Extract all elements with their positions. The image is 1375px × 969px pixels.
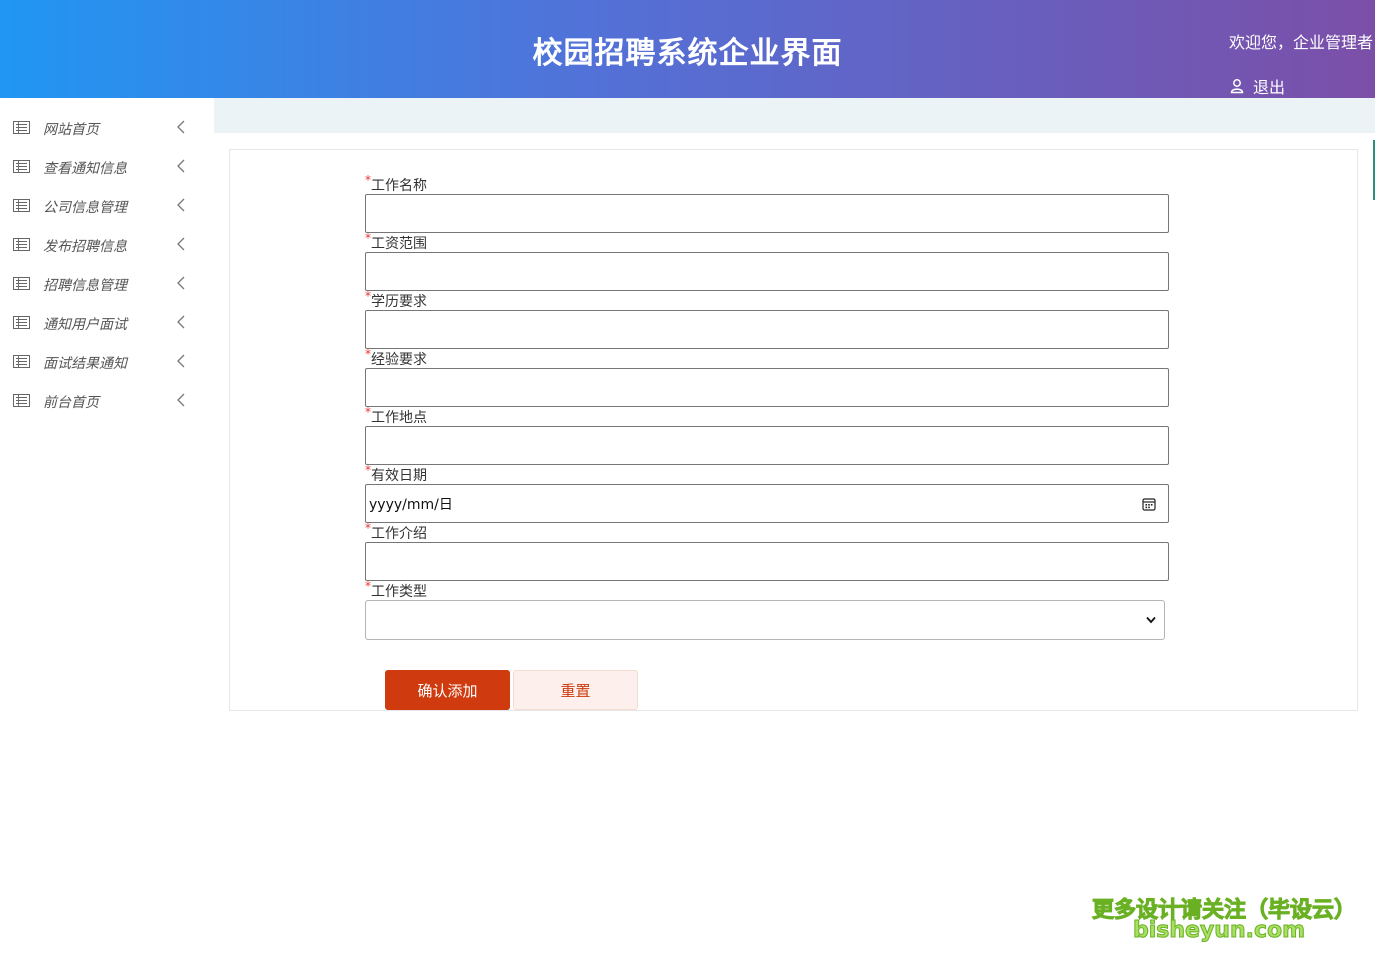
chevron-left-icon — [177, 276, 185, 290]
chevron-left-icon — [177, 159, 185, 173]
chevron-left-icon — [177, 120, 185, 134]
chevron-left-icon — [177, 198, 185, 212]
logout-label: 退出 — [1253, 78, 1286, 97]
list-icon — [13, 160, 30, 173]
sidebar-item-company-info[interactable]: 公司信息管理 — [0, 186, 214, 225]
field-label-experience: *经验要求 — [365, 347, 427, 369]
date-placeholder: yyyy/mm/日 — [369, 496, 453, 513]
list-icon — [13, 238, 30, 251]
job-name-input[interactable] — [365, 194, 1169, 233]
salary-input[interactable] — [365, 252, 1169, 291]
welcome-text: 欢迎您，企业管理者 — [1229, 33, 1374, 52]
field-label-text: 经验要求 — [371, 352, 427, 368]
field-label-salary: *工资范围 — [365, 231, 427, 253]
breadcrumb-strip — [214, 98, 1375, 133]
field-label-job-name: *工作名称 — [365, 173, 427, 195]
sidebar-item-interview-result[interactable]: 面试结果通知 — [0, 342, 214, 381]
list-icon — [13, 121, 30, 134]
field-label-text: 工作地点 — [371, 410, 427, 426]
sidebar-item-label: 发布招聘信息 — [43, 239, 127, 255]
required-mark: * — [365, 463, 371, 477]
job-type-select[interactable] — [365, 600, 1165, 640]
sidebar-item-frontend-home[interactable]: 前台首页 — [0, 381, 214, 420]
list-icon — [13, 199, 30, 212]
sidebar: 网站首页 查看通知信息 公司信息管理 发布招聘信息 招聘信息管理 通知用户面试 … — [0, 98, 214, 969]
header-bar: 校园招聘系统企业界面 欢迎您，企业管理者 退出 — [0, 0, 1375, 98]
required-mark: * — [365, 347, 371, 361]
required-mark: * — [365, 405, 371, 419]
chevron-left-icon — [177, 237, 185, 251]
sidebar-item-post-job[interactable]: 发布招聘信息 — [0, 225, 214, 264]
confirm-add-button[interactable]: 确认添加 — [385, 670, 510, 710]
location-input[interactable] — [365, 426, 1169, 465]
logout-link[interactable]: 退出 — [1229, 74, 1285, 98]
field-label-education: *学历要求 — [365, 289, 427, 311]
user-icon — [1230, 79, 1244, 94]
required-mark: * — [365, 173, 371, 187]
required-mark: * — [365, 289, 371, 303]
field-label-description: *工作介绍 — [365, 521, 427, 543]
list-icon — [13, 277, 30, 290]
required-mark: * — [365, 521, 371, 535]
reset-button[interactable]: 重置 — [513, 670, 638, 710]
list-icon — [13, 355, 30, 368]
sidebar-item-job-management[interactable]: 招聘信息管理 — [0, 264, 214, 303]
field-label-text: 工资范围 — [371, 236, 427, 252]
sidebar-item-label: 通知用户面试 — [43, 317, 127, 333]
required-mark: * — [365, 579, 371, 593]
field-label-job-type: *工作类型 — [365, 579, 427, 601]
field-label-valid-date: *有效日期 — [365, 463, 427, 485]
field-label-text: 有效日期 — [371, 468, 427, 484]
chevron-left-icon — [177, 393, 185, 407]
required-mark: * — [365, 231, 371, 245]
sidebar-item-label: 网站首页 — [43, 122, 99, 138]
education-input[interactable] — [365, 310, 1169, 349]
field-label-text: 工作类型 — [371, 584, 427, 600]
page-title: 校园招聘系统企业界面 — [532, 36, 843, 71]
sidebar-item-label: 面试结果通知 — [43, 356, 127, 372]
chevron-left-icon — [177, 354, 185, 368]
chevron-left-icon — [177, 315, 185, 329]
field-label-text: 工作名称 — [371, 178, 427, 194]
sidebar-item-label: 公司信息管理 — [43, 200, 127, 216]
sidebar-item-notices[interactable]: 查看通知信息 — [0, 147, 214, 186]
sidebar-item-label: 查看通知信息 — [43, 161, 127, 177]
experience-input[interactable] — [365, 368, 1169, 407]
chevron-down-icon — [1146, 616, 1156, 624]
field-label-text: 工作介绍 — [371, 526, 427, 542]
field-label-text: 学历要求 — [371, 294, 427, 310]
sidebar-item-interview-notice[interactable]: 通知用户面试 — [0, 303, 214, 342]
sidebar-item-label: 前台首页 — [43, 395, 99, 411]
watermark-url: bisheyun.com — [1132, 918, 1306, 944]
field-label-location: *工作地点 — [365, 405, 427, 427]
list-icon — [13, 394, 30, 407]
valid-date-input[interactable]: yyyy/mm/日 — [365, 484, 1169, 523]
sidebar-item-home[interactable]: 网站首页 — [0, 108, 214, 147]
calendar-icon[interactable] — [1142, 497, 1156, 511]
description-input[interactable] — [365, 542, 1169, 581]
list-icon — [13, 316, 30, 329]
sidebar-item-label: 招聘信息管理 — [43, 278, 127, 294]
